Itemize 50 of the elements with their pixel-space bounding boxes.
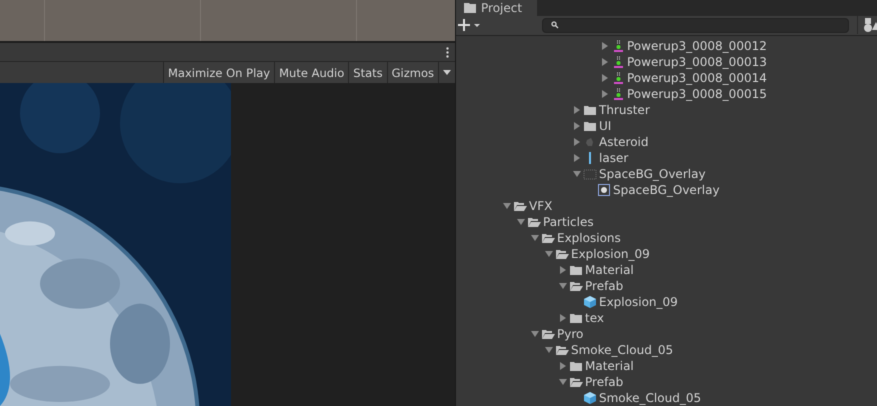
shapes-filter-icon[interactable] xyxy=(857,16,877,34)
cube-icon xyxy=(583,295,597,309)
folder-icon xyxy=(569,359,583,373)
tree-item[interactable]: SpaceBG_Overlay xyxy=(456,166,877,182)
open-folder-icon xyxy=(527,215,541,229)
open-folder-icon xyxy=(541,231,555,245)
tree-item[interactable]: Smoke_Cloud_05 xyxy=(456,342,877,358)
tree-item[interactable]: Thruster xyxy=(456,102,877,118)
tree-item[interactable]: Powerup3_0008_00012 xyxy=(456,38,877,54)
folder-icon xyxy=(583,119,597,133)
open-folder-icon xyxy=(569,375,583,389)
open-folder-icon xyxy=(541,327,555,341)
cube-icon xyxy=(583,391,597,405)
tree-item[interactable]: Pyro xyxy=(456,326,877,342)
tree-item[interactable]: Powerup3_0008_00013 xyxy=(456,54,877,70)
tree-item[interactable]: UI xyxy=(456,118,877,134)
tree-item[interactable]: VFX xyxy=(456,198,877,214)
tree-item[interactable]: Prefab xyxy=(456,374,877,390)
tree-item[interactable]: Material xyxy=(456,358,877,374)
search-icon xyxy=(551,21,559,30)
folder-icon xyxy=(569,263,583,277)
tree-item[interactable]: Explosion_09 xyxy=(456,246,877,262)
sprite-icon xyxy=(597,183,611,197)
open-folder-icon xyxy=(555,343,569,357)
texture-icon xyxy=(583,167,597,181)
tree-item[interactable]: Powerup3_0008_00014 xyxy=(456,70,877,86)
tree-item[interactable]: Prefab xyxy=(456,278,877,294)
project-tab[interactable]: Project xyxy=(456,0,537,16)
sprite-icon xyxy=(611,71,625,85)
tree-item[interactable]: Particles xyxy=(456,214,877,230)
tree-item[interactable]: tex xyxy=(456,310,877,326)
sprite-icon xyxy=(611,55,625,69)
tree-item[interactable]: SpaceBG_Overlay xyxy=(456,182,877,198)
folder-icon xyxy=(569,311,583,325)
open-folder-icon xyxy=(569,279,583,293)
sprite-icon xyxy=(611,39,625,53)
tree-item[interactable]: Explosion_09 xyxy=(456,294,877,310)
tree-item[interactable]: Powerup3_0008_00015 xyxy=(456,86,877,102)
open-folder-icon xyxy=(555,247,569,261)
tree-item[interactable]: Smoke_Cloud_05 xyxy=(456,390,877,406)
tree-item[interactable]: Explosions xyxy=(456,230,877,246)
tree-item[interactable]: Material xyxy=(456,262,877,278)
sprite-icon xyxy=(611,87,625,101)
open-folder-icon xyxy=(513,199,527,213)
folder-icon xyxy=(464,2,476,13)
tree-item[interactable]: Asteroid xyxy=(456,134,877,150)
more-menu-icon[interactable] xyxy=(446,46,449,58)
search-field[interactable] xyxy=(542,18,849,33)
tree-item[interactable]: laser xyxy=(456,150,877,166)
folder-icon xyxy=(583,103,597,117)
